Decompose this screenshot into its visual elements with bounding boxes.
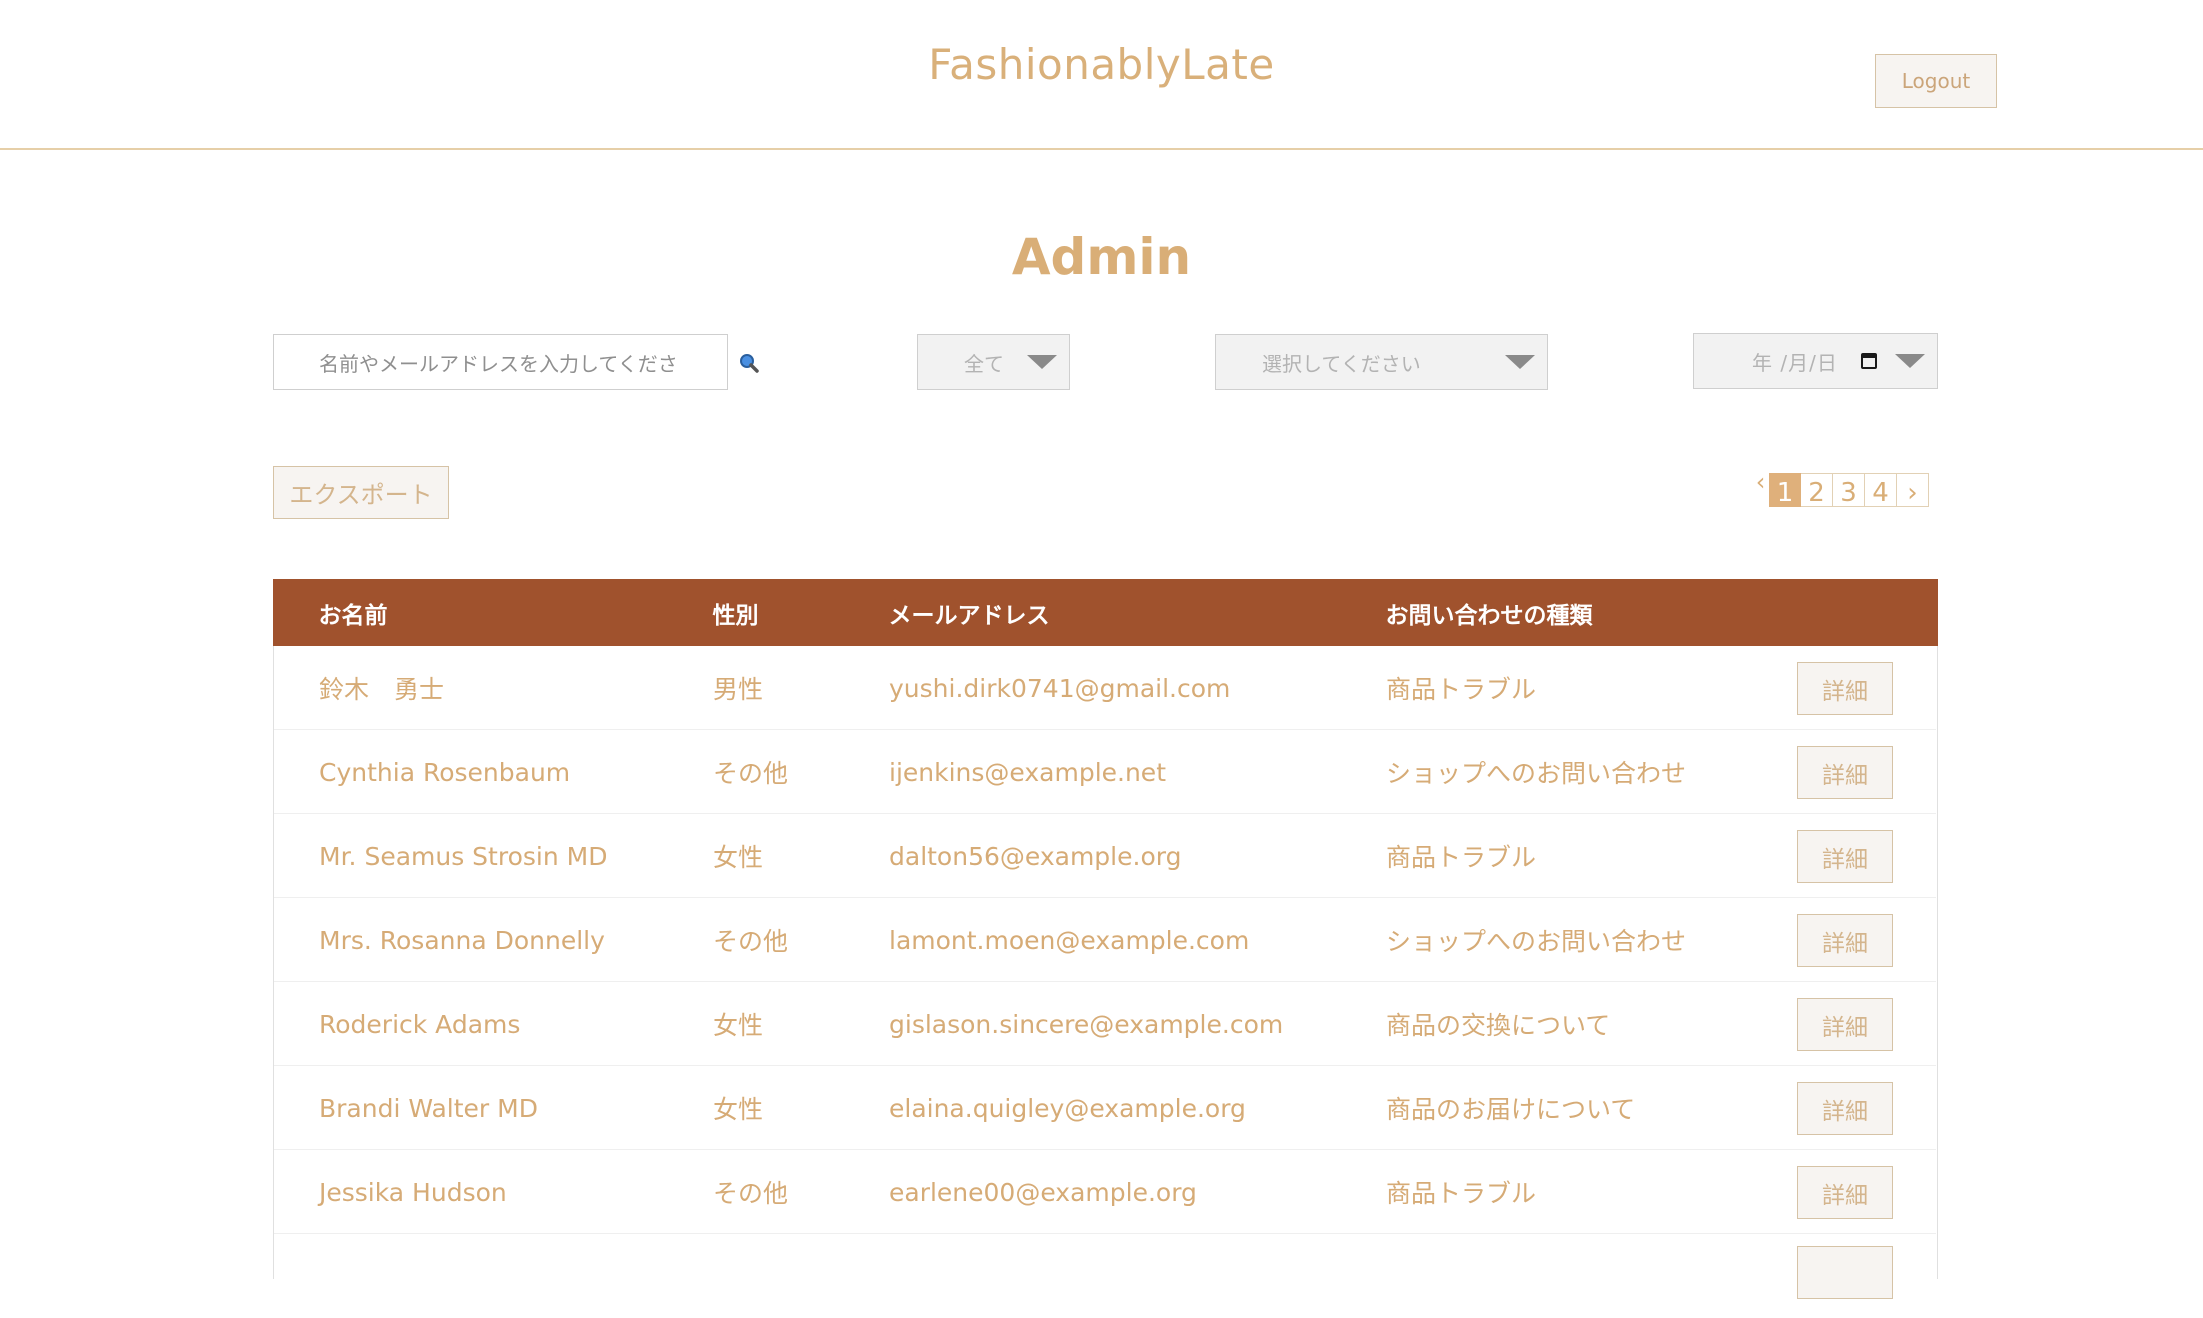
brand-logo[interactable]: FashionablyLate [0, 40, 2203, 89]
date-placeholder: 年 /月/日 [1752, 350, 1838, 375]
detail-button[interactable]: 詳細 [1797, 1082, 1893, 1135]
pagination-page-3[interactable]: 3 [1833, 473, 1865, 507]
table-row: 鈴木 勇士 男性 yushi.dirk0741@gmail.com 商品トラブル… [274, 646, 1936, 730]
gender-select-value: 全て [964, 351, 1004, 376]
date-input[interactable]: 年 /月/日 [1693, 333, 1938, 389]
row-name: Mrs. Rosanna Donnelly [319, 925, 605, 955]
page-title: Admin [1011, 228, 1192, 286]
table-row: Cynthia Rosenbaum その他 ijenkins@example.n… [274, 730, 1936, 814]
pagination-page-1[interactable]: 1 [1769, 473, 1801, 507]
row-inquiry-type: 商品トラブル [1386, 675, 1537, 704]
row-gender: 女性 [713, 1095, 764, 1124]
row-gender: その他 [713, 927, 789, 956]
row-gender: その他 [713, 759, 789, 788]
export-button[interactable]: エクスポート [273, 466, 449, 519]
row-gender: その他 [713, 1179, 789, 1208]
detail-button[interactable]: 詳細 [1797, 914, 1893, 967]
logout-button[interactable]: Logout [1875, 54, 1997, 108]
row-email: elaina.quigley@example.org [889, 1093, 1246, 1123]
table-row [274, 1234, 1936, 1318]
row-gender: 女性 [713, 843, 764, 872]
pagination-next[interactable]: › [1897, 473, 1929, 507]
row-inquiry-type: 商品の交換について [1386, 1011, 1611, 1040]
detail-button[interactable]: 詳細 [1797, 662, 1893, 715]
calendar-icon[interactable] [1861, 353, 1877, 369]
inquiry-type-select[interactable]: 選択してください [1215, 334, 1548, 390]
row-email: dalton56@example.org [889, 841, 1182, 871]
table-row: Mrs. Rosanna Donnelly その他 lamont.moen@ex… [274, 898, 1936, 982]
row-inquiry-type: 商品トラブル [1386, 843, 1537, 872]
row-name: Roderick Adams [319, 1009, 521, 1039]
row-name: 鈴木 勇士 [319, 675, 445, 704]
row-email: gislason.sincere@example.com [889, 1009, 1284, 1039]
row-inquiry-type: ショップへのお問い合わせ [1386, 927, 1687, 956]
row-name: Jessika Hudson [319, 1177, 507, 1207]
column-header-type: お問い合わせの種類 [1385, 602, 1593, 629]
detail-button[interactable]: 詳細 [1797, 998, 1893, 1051]
row-gender: 女性 [713, 1011, 764, 1040]
chevron-down-icon [1027, 355, 1057, 369]
pagination-prev[interactable]: ‹ [1752, 470, 1769, 507]
row-name: Mr. Seamus Strosin MD [319, 841, 608, 871]
row-name: Cynthia Rosenbaum [319, 757, 571, 787]
gender-select[interactable]: 全て [917, 334, 1070, 390]
detail-button[interactable] [1797, 1246, 1893, 1299]
search-icon[interactable] [738, 352, 760, 374]
pagination: ‹ 1 2 3 4 › [1752, 470, 1929, 507]
pagination-page-4[interactable]: 4 [1865, 473, 1897, 507]
search-input[interactable]: 名前やメールアドレスを入力してくださ [273, 334, 728, 390]
table-row: Brandi Walter MD 女性 elaina.quigley@examp… [274, 1066, 1936, 1150]
detail-button[interactable]: 詳細 [1797, 746, 1893, 799]
row-inquiry-type: 商品トラブル [1386, 1179, 1537, 1208]
table-header: お名前 性別 メールアドレス お問い合わせの種類 [272, 579, 1938, 646]
detail-button[interactable]: 詳細 [1797, 1166, 1893, 1219]
row-inquiry-type: 商品のお届けについて [1386, 1095, 1636, 1124]
row-email: yushi.dirk0741@gmail.com [889, 673, 1231, 703]
row-inquiry-type: ショップへのお問い合わせ [1386, 759, 1687, 788]
contacts-table: お名前 性別 メールアドレス お問い合わせの種類 鈴木 勇士 男性 yushi.… [272, 579, 1938, 1299]
table-row: Mr. Seamus Strosin MD 女性 dalton56@exampl… [274, 814, 1936, 898]
column-header-email: メールアドレス [888, 602, 1050, 629]
table-row: Jessika Hudson その他 earlene00@example.org… [274, 1150, 1936, 1234]
row-email: earlene00@example.org [889, 1177, 1197, 1207]
column-header-name: お名前 [318, 602, 388, 629]
chevron-down-icon [1895, 354, 1925, 368]
inquiry-type-select-value: 選択してください [1262, 351, 1421, 376]
table-row: Roderick Adams 女性 gislason.sincere@examp… [274, 982, 1936, 1066]
pagination-page-2[interactable]: 2 [1801, 473, 1833, 507]
row-name: Brandi Walter MD [319, 1093, 538, 1123]
column-header-gender: 性別 [712, 602, 759, 629]
row-gender: 男性 [713, 675, 764, 704]
row-email: lamont.moen@example.com [889, 925, 1250, 955]
chevron-down-icon [1505, 355, 1535, 369]
site-header: FashionablyLate Logout [0, 0, 2203, 150]
detail-button[interactable]: 詳細 [1797, 830, 1893, 883]
row-email: ijenkins@example.net [889, 757, 1166, 787]
